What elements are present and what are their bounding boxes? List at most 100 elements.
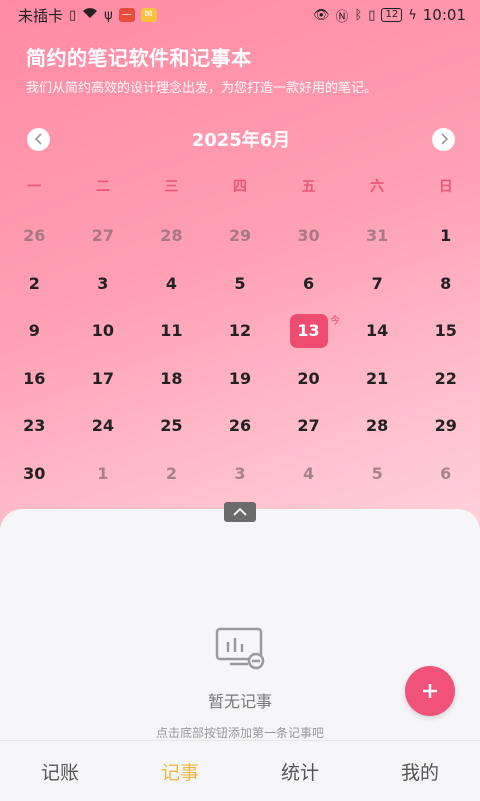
calendar-day[interactable]: 30 [274, 212, 343, 260]
calendar-day[interactable]: 2 [137, 450, 206, 498]
calendar-grid: 26 27 28 29 30 31 1 2 3 4 5 6 7 8 9 10 11 12 13 14 15 16 17 18 1… [0, 212, 480, 497]
calendar-day-number: 1 [440, 226, 452, 246]
page-subtitle: 我们从简约高效的设计理念出发，为您打造一款好用的笔记。 [26, 81, 378, 96]
today-marker: 今 [330, 316, 340, 327]
calendar-day[interactable]: 27 [274, 402, 343, 450]
calendar-day[interactable]: 1 [69, 450, 138, 498]
calendar-day[interactable]: 2 [0, 260, 69, 308]
sim-icon: ▯ [69, 7, 77, 23]
calendar-day[interactable]: 15 [411, 307, 480, 355]
calendar-day-number: 20 [297, 368, 320, 388]
weekday-label: 日 [438, 179, 453, 195]
usb-icon: ψ [104, 7, 113, 23]
weekday-header: 一 二 三 四 五 六 日 [0, 176, 480, 196]
calendar-day[interactable]: 5 [206, 260, 275, 308]
calendar-day[interactable]: 7 [343, 260, 412, 308]
nfc-icon: Ⓝ [335, 9, 349, 25]
calendar-day-number: 3 [97, 273, 109, 293]
empty-state-hint: 点击底部按钮添加第一条记事吧 [155, 726, 324, 740]
calendar-day[interactable]: 30 [0, 450, 69, 498]
calendar-day-number: 22 [434, 368, 457, 388]
calendar-day-number: 13 [289, 313, 328, 348]
calendar-day-number: 9 [28, 321, 40, 341]
calendar-day[interactable]: 5 [343, 450, 412, 498]
calendar-day-number: 27 [297, 416, 320, 436]
calendar-day[interactable]: 18 [137, 355, 206, 403]
calendar-day[interactable]: 12 [206, 307, 275, 355]
tab-profile[interactable]: 我的 [360, 758, 480, 785]
calendar-day[interactable]: 11 [137, 307, 206, 355]
calendar-day[interactable]: 21 [343, 355, 412, 403]
calendar-day[interactable]: 17 [69, 355, 138, 403]
calendar-day-number: 28 [160, 226, 183, 246]
weekday-label: 四 [232, 179, 247, 195]
calendar-day[interactable]: 27 [69, 212, 138, 260]
calendar-day[interactable]: 28 [137, 212, 206, 260]
calendar-day[interactable]: 14 [343, 307, 412, 355]
tab-bookkeeping[interactable]: 记账 [0, 758, 120, 785]
next-month-button[interactable] [432, 127, 455, 151]
calendar-day-number: 26 [228, 416, 252, 436]
empty-notes-icon [214, 626, 266, 674]
tab-notes[interactable]: 记事 [120, 758, 240, 785]
calendar-day[interactable]: 24 [69, 402, 138, 450]
calendar-day-number: 19 [228, 368, 252, 388]
wifi-icon [82, 7, 98, 23]
calendar-day-number: 30 [297, 226, 320, 246]
add-note-button[interactable] [405, 666, 455, 716]
app-notification-icon: — [118, 8, 135, 22]
calendar-day-number: 12 [228, 321, 252, 341]
page-title: 简约的笔记软件和记事本 [26, 46, 252, 70]
calendar-day-number: 4 [302, 463, 315, 483]
calendar-day-number: 26 [23, 226, 46, 246]
calendar-day[interactable]: 1 [411, 212, 480, 260]
calendar-day[interactable]: 31 [343, 212, 412, 260]
calendar-day[interactable]: 23 [0, 402, 69, 450]
prev-month-button[interactable] [27, 127, 50, 151]
calendar-day[interactable]: 28 [343, 402, 412, 450]
calendar-day-number: 5 [234, 273, 246, 293]
calendar-day[interactable]: 3 [69, 260, 138, 308]
calendar-day-number: 5 [371, 463, 383, 483]
calendar-day[interactable]: 4 [274, 450, 343, 498]
calendar-day-number: 29 [434, 416, 457, 436]
calendar-day[interactable]: 20 [274, 355, 343, 403]
collapse-sheet-button[interactable] [224, 502, 256, 522]
calendar-day-number: 15 [434, 321, 457, 341]
calendar-day[interactable]: 26 [0, 212, 69, 260]
bluetooth-icon: ᛒ [354, 7, 363, 23]
calendar-day[interactable]: 6 [411, 450, 480, 498]
calendar-day[interactable]: 3 [206, 450, 275, 498]
calendar-day-number: 24 [91, 416, 114, 436]
plus-icon [423, 684, 437, 698]
calendar-day-number: 14 [366, 321, 389, 341]
calendar-day[interactable]: 10 [69, 307, 138, 355]
carrier-text: 未插卡 [18, 6, 64, 25]
calendar-day[interactable]: 29 [411, 402, 480, 450]
calendar-day[interactable]: 19 [206, 355, 275, 403]
calendar-day-number: 28 [366, 416, 389, 436]
calendar-day-number: 27 [91, 226, 114, 246]
calendar-day[interactable]: 8 [411, 260, 480, 308]
calendar-day-number: 16 [23, 368, 46, 388]
calendar-day-number: 30 [23, 463, 46, 483]
tab-statistics[interactable]: 统计 [240, 758, 360, 785]
chevron-right-icon [440, 133, 448, 145]
calendar-day-number: 31 [366, 226, 389, 246]
status-bar: 未插卡 ▯ ψ — ✉ 👁 Ⓝ ᛒ ▯ 12 ϟ 10:01 [0, 0, 480, 30]
calendar-day-number: 6 [440, 463, 452, 483]
chevron-left-icon [34, 133, 42, 145]
calendar-day[interactable]: 9 [0, 307, 69, 355]
calendar-day[interactable]: 26 [206, 402, 275, 450]
vibrate-icon: ▯ [368, 7, 376, 23]
battery-icon: 12 [381, 8, 403, 22]
calendar-day[interactable]: 16 [0, 355, 69, 403]
eye-icon: 👁 [312, 7, 330, 23]
calendar-day[interactable]: 22 [411, 355, 480, 403]
calendar-day[interactable]: 6 [274, 260, 343, 308]
calendar-day[interactable]: 4 [137, 260, 206, 308]
calendar-day[interactable]: 29 [206, 212, 275, 260]
calendar-day[interactable]: 25 [137, 402, 206, 450]
message-notification-icon: ✉ [140, 8, 157, 22]
calendar-day-number: 17 [91, 368, 114, 388]
